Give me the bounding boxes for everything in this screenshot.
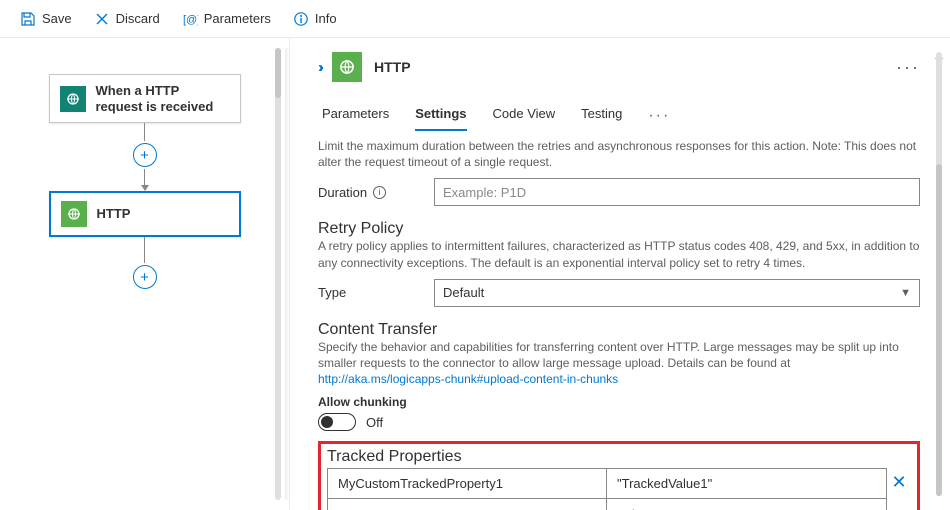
tab-settings[interactable]: Settings: [415, 100, 466, 131]
canvas-scrollbar[interactable]: [275, 48, 281, 500]
discard-label: Discard: [116, 11, 160, 26]
allow-chunking-toggle[interactable]: [318, 413, 356, 431]
request-trigger-icon: [60, 86, 86, 112]
tracked-properties-highlight: Tracked Properties MyCustomTrackedProper…: [318, 441, 920, 510]
parameters-button[interactable]: [@] Parameters: [172, 7, 281, 31]
parameters-icon: [@]: [182, 11, 198, 27]
tracked-value-placeholder[interactable]: Value: [607, 499, 886, 510]
tracked-properties-grid: MyCustomTrackedProperty1 "TrackedValue1"…: [327, 468, 887, 510]
info-label: Info: [315, 11, 337, 26]
add-step-button[interactable]: +: [133, 143, 157, 167]
http-action-label: HTTP: [97, 206, 131, 222]
http-header-icon: [332, 52, 362, 82]
tab-code-view[interactable]: Code View: [493, 100, 556, 131]
save-button[interactable]: Save: [10, 7, 82, 31]
trigger-node-label: When a HTTP request is received: [96, 83, 230, 114]
connector-line: [144, 237, 145, 263]
parameters-label: Parameters: [204, 11, 271, 26]
duration-hint: Limit the maximum duration between the r…: [318, 138, 920, 170]
allow-chunking-state: Off: [366, 415, 383, 430]
collapse-panel-button[interactable]: ››: [318, 59, 320, 76]
info-tip-icon[interactable]: i: [373, 186, 386, 199]
discard-button[interactable]: Discard: [84, 7, 170, 31]
duration-input[interactable]: [434, 178, 920, 206]
connector-line: [144, 123, 145, 141]
content-transfer-link[interactable]: http://aka.ms/logicapps-chunk#upload-con…: [318, 372, 618, 386]
panel-more-menu[interactable]: ···: [892, 57, 924, 78]
save-label: Save: [42, 11, 72, 26]
tracked-properties-title: Tracked Properties: [327, 448, 911, 466]
chevron-down-icon: ▼: [900, 287, 911, 299]
tabs-overflow[interactable]: ···: [648, 107, 670, 125]
http-action-node[interactable]: HTTP: [49, 191, 241, 237]
allow-chunking-label: Allow chunking: [318, 395, 920, 409]
duration-label: Duration i: [318, 185, 434, 200]
top-toolbar: Save Discard [@] Parameters Info: [0, 0, 950, 38]
settings-tabs: Parameters Settings Code View Testing ··…: [318, 100, 920, 132]
panel-scrollbar[interactable]: [936, 52, 942, 496]
info-icon: [293, 11, 309, 27]
info-button[interactable]: Info: [283, 7, 347, 31]
tracked-value-cell[interactable]: "TrackedValue1": [607, 469, 886, 499]
add-step-button[interactable]: +: [133, 265, 157, 289]
http-action-icon: [61, 201, 87, 227]
content-transfer-desc: Specify the behavior and capabilities fo…: [318, 339, 920, 388]
details-panel: ›› HTTP ··· Parameters Settings Code Vie…: [290, 38, 950, 510]
retry-type-label: Type: [318, 285, 434, 300]
retry-policy-desc: A retry policy applies to intermittent f…: [318, 238, 920, 270]
remove-tracked-property-button[interactable]: ✕: [887, 468, 911, 510]
canvas-scroll-thumb[interactable]: [275, 48, 281, 98]
panel-scroll-thumb[interactable]: [936, 164, 942, 496]
content-transfer-title: Content Transfer: [318, 321, 920, 339]
panel-title: HTTP: [374, 59, 411, 75]
tab-parameters[interactable]: Parameters: [322, 100, 389, 131]
discard-icon: [94, 11, 110, 27]
tracked-key-placeholder[interactable]: Key: [328, 499, 607, 510]
divider-shadow: [285, 48, 289, 500]
svg-text:[@]: [@]: [183, 14, 198, 26]
trigger-node[interactable]: When a HTTP request is received: [49, 74, 241, 123]
retry-type-value: Default: [443, 285, 484, 300]
workflow-canvas[interactable]: When a HTTP request is received + HTTP +: [0, 38, 290, 510]
retry-policy-title: Retry Policy: [318, 220, 920, 238]
save-icon: [20, 11, 36, 27]
toggle-knob: [321, 416, 333, 428]
tab-testing[interactable]: Testing: [581, 100, 622, 131]
tracked-key-cell[interactable]: MyCustomTrackedProperty1: [328, 469, 607, 499]
retry-type-select[interactable]: Default ▼: [434, 279, 920, 307]
